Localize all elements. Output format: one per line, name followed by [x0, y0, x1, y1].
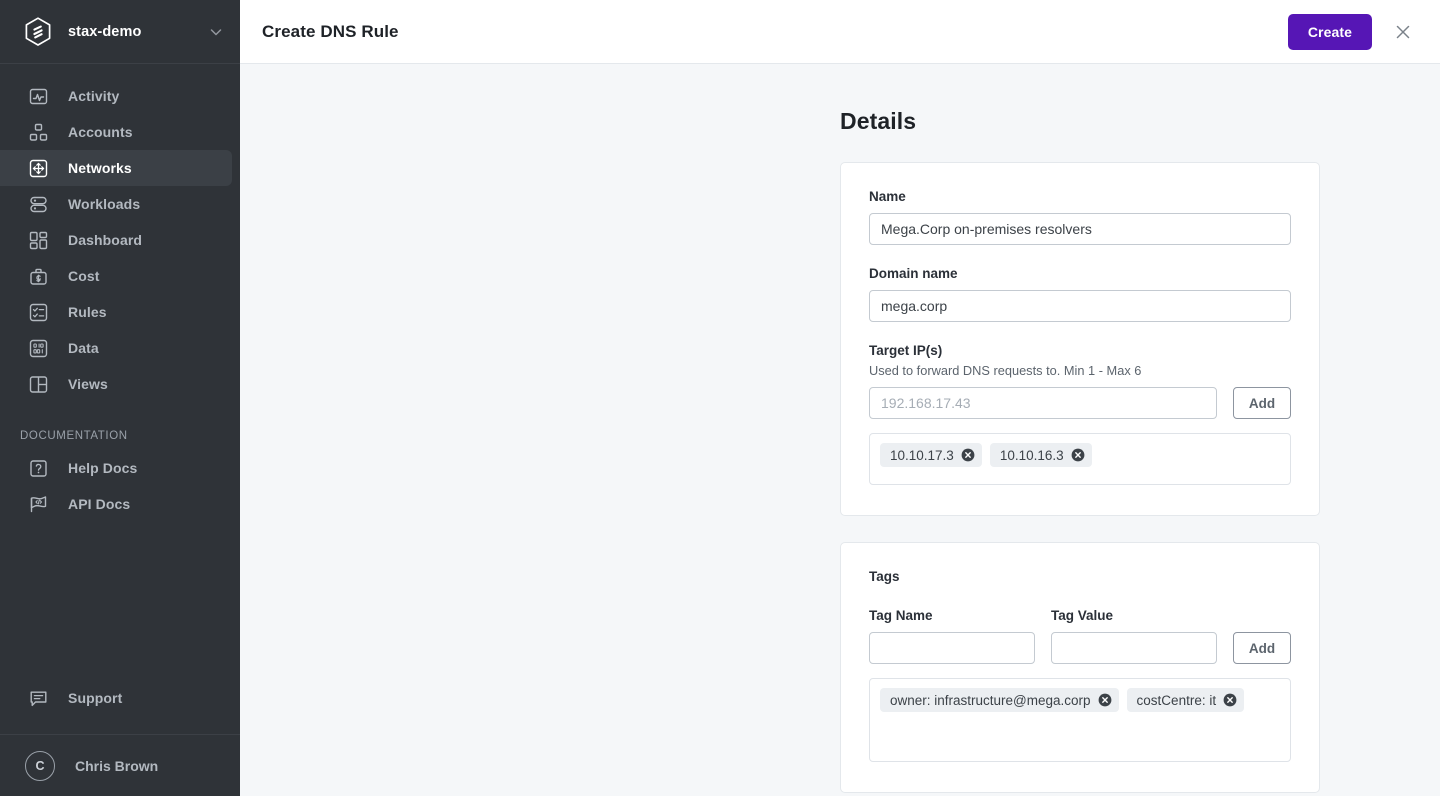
form-column: Details Name Domain name Target IP(s) Us…: [840, 108, 1320, 793]
tag-chip-list: owner: infrastructure@mega.corp costCentr…: [869, 678, 1291, 762]
primary-nav: Activity Accounts Networks Workloads Das…: [0, 64, 240, 522]
avatar: C: [25, 750, 55, 781]
tag-value-field-group: Tag Value: [1051, 608, 1217, 664]
documentation-section-heading: DOCUMENTATION: [20, 430, 128, 442]
sidebar-item-label: Rules: [68, 304, 107, 320]
tag-input-row: Tag Name Tag Value Add: [869, 608, 1291, 664]
cost-briefcase-dollar-icon: [30, 268, 47, 285]
sidebar-item-label: Help Docs: [68, 460, 138, 476]
sidebar-item-cost[interactable]: Cost: [0, 258, 232, 294]
sidebar-item-dashboard[interactable]: Dashboard: [0, 222, 232, 258]
sidebar-item-networks[interactable]: Networks: [0, 150, 232, 186]
name-label: Name: [869, 189, 906, 204]
sidebar-item-data[interactable]: Data: [0, 330, 232, 366]
target-ips-help-text: Used to forward DNS requests to. Min 1 -…: [869, 363, 1142, 378]
sidebar: stax-demo Activity Accounts Networks Wor…: [0, 0, 240, 796]
target-ips-label: Target IP(s): [869, 343, 943, 358]
create-button[interactable]: Create: [1287, 13, 1372, 50]
domain-name-label: Domain name: [869, 266, 958, 281]
target-ips-field-group: Target IP(s) Used to forward DNS request…: [869, 343, 1291, 485]
tags-heading: Tags: [869, 569, 900, 584]
sidebar-item-label: Dashboard: [68, 232, 143, 248]
help-question-icon: [30, 459, 47, 477]
chevron-down-icon[interactable]: [208, 24, 224, 40]
sidebar-item-label: Accounts: [68, 124, 133, 140]
views-panel-icon: [29, 375, 48, 393]
details-card: Name Domain name Target IP(s) Used to fo…: [840, 162, 1320, 516]
sidebar-item-label: Activity: [68, 88, 120, 104]
dashboard-grid-icon: [29, 231, 48, 249]
content-scroll-area: Details Name Domain name Target IP(s) Us…: [240, 64, 1440, 796]
remove-target-ip-chip-button[interactable]: [1071, 448, 1085, 462]
target-ip-chip-list: 10.10.17.3 10.10.16.3: [869, 433, 1291, 485]
data-binary-icon: [29, 339, 48, 357]
target-ip-chip-label: 10.10.17.3: [890, 447, 954, 463]
org-name: stax-demo: [68, 23, 142, 40]
close-circle-icon: [1071, 448, 1085, 462]
tag-chip-label: owner: infrastructure@mega.corp: [890, 692, 1091, 708]
remove-target-ip-chip-button[interactable]: [961, 448, 975, 462]
sidebar-item-accounts[interactable]: Accounts: [0, 114, 232, 150]
add-target-ip-button[interactable]: Add: [1233, 387, 1291, 419]
sidebar-item-activity[interactable]: Activity: [0, 78, 232, 114]
sidebar-item-help-docs[interactable]: Help Docs: [0, 450, 232, 486]
stax-hexagon-logo-icon: [25, 16, 51, 46]
page-title: Create DNS Rule: [262, 21, 399, 41]
tag-value-input[interactable]: [1051, 632, 1217, 664]
sidebar-item-label: Networks: [68, 160, 132, 176]
sidebar-item-views[interactable]: Views: [0, 366, 232, 402]
name-input[interactable]: [869, 213, 1291, 245]
tag-chip: costCentre: it: [1126, 688, 1245, 712]
sidebar-item-label: Data: [68, 340, 99, 356]
sidebar-item-api-docs[interactable]: API Docs: [0, 486, 232, 522]
close-x-icon: [1396, 25, 1410, 38]
tag-chip-label: costCentre: it: [1136, 692, 1217, 708]
sidebar-item-label: Support: [68, 690, 123, 706]
tags-card: Tags Tag Name Tag Value Add owner: infra…: [840, 542, 1320, 793]
sidebar-item-support[interactable]: Support: [0, 680, 232, 716]
close-circle-icon: [961, 448, 975, 462]
details-heading: Details: [840, 108, 917, 134]
support-block: Support: [0, 680, 240, 734]
accounts-blocks-icon: [29, 123, 48, 141]
target-ip-input-row: Add: [869, 387, 1291, 419]
remove-tag-chip-button[interactable]: [1098, 693, 1112, 707]
workloads-stack-icon: [30, 196, 47, 212]
name-field-group: Name: [869, 189, 1291, 245]
remove-tag-chip-button[interactable]: [1223, 693, 1237, 707]
api-code-flag-icon: [30, 495, 47, 512]
sidebar-item-label: Cost: [68, 268, 100, 284]
user-name: Chris Brown: [75, 757, 159, 774]
domain-name-field-group: Domain name: [869, 266, 1291, 322]
user-profile[interactable]: C Chris Brown: [0, 734, 240, 796]
close-button[interactable]: [1390, 19, 1416, 45]
target-ip-input[interactable]: [869, 387, 1217, 419]
target-ip-chip-label: 10.10.16.3: [999, 447, 1064, 463]
target-ip-chip: 10.10.17.3: [880, 443, 982, 467]
topbar: Create DNS Rule Create: [240, 0, 1440, 64]
tag-chip: owner: infrastructure@mega.corp: [880, 688, 1119, 712]
app-root: stax-demo Activity Accounts Networks Wor…: [0, 0, 1440, 796]
tag-name-field-group: Tag Name: [869, 608, 1035, 664]
sidebar-item-rules[interactable]: Rules: [0, 294, 232, 330]
rules-checklist-icon: [29, 303, 48, 321]
domain-name-input[interactable]: [869, 290, 1291, 322]
sidebar-item-label: Views: [68, 376, 108, 392]
sidebar-item-label: API Docs: [68, 496, 131, 512]
activity-chart-icon: [29, 88, 48, 104]
sidebar-item-label: Workloads: [68, 196, 141, 212]
add-tag-button[interactable]: Add: [1233, 632, 1291, 664]
sidebar-item-workloads[interactable]: Workloads: [0, 186, 232, 222]
target-ip-chip: 10.10.16.3: [989, 443, 1092, 467]
tag-name-label: Tag Name: [869, 608, 933, 623]
support-chat-icon: [30, 691, 47, 706]
main-area: Create DNS Rule Create Details Name Mega…: [240, 0, 1440, 796]
tag-value-label: Tag Value: [1051, 608, 1114, 623]
close-circle-icon: [1223, 693, 1237, 707]
org-selector[interactable]: stax-demo: [0, 0, 240, 64]
networks-move-icon: [29, 159, 48, 177]
tag-name-input[interactable]: [869, 632, 1035, 664]
close-circle-icon: [1098, 693, 1111, 707]
